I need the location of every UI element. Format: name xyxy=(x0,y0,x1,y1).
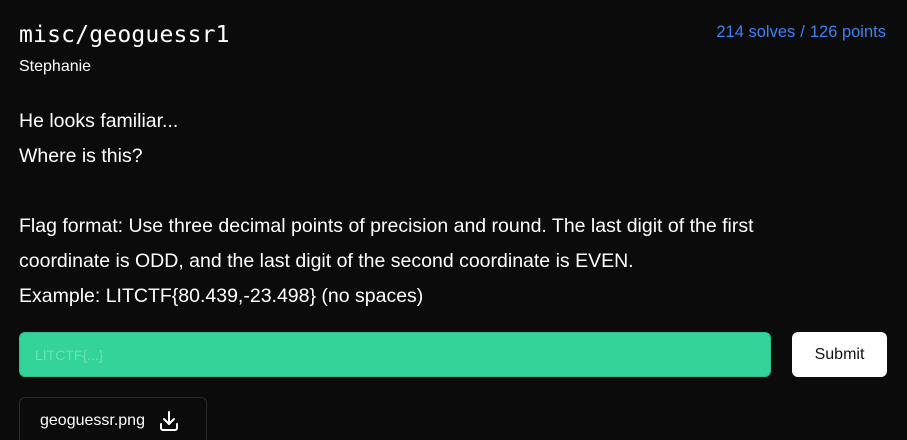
challenge-title: misc/geoguessr1 xyxy=(19,22,230,48)
description-spacer xyxy=(19,174,889,209)
description-line: Example: LITCTF{80.439,-23.498} (no spac… xyxy=(19,285,424,307)
download-icon xyxy=(157,409,181,433)
submit-button[interactable]: Submit xyxy=(792,332,887,377)
solves-count: 214 solves xyxy=(716,23,796,41)
points-value: 126 points xyxy=(809,23,886,41)
description-line: He looks familiar... xyxy=(19,110,179,132)
download-attachment-button[interactable]: geoguessr.png xyxy=(19,397,207,440)
description-line: Flag format: Use three decimal points of… xyxy=(19,215,754,237)
flag-input[interactable] xyxy=(19,332,771,377)
stats-separator: / xyxy=(800,23,805,41)
attachment-filename: geoguessr.png xyxy=(40,412,145,429)
description-line: Where is this? xyxy=(19,145,143,167)
description-line: coordinate is ODD, and the last digit of… xyxy=(19,250,634,272)
challenge-description: He looks familiar... Where is this? Flag… xyxy=(19,104,889,314)
challenge-page: misc/geoguessr1 Stephanie 214 solves / 1… xyxy=(0,0,907,440)
challenge-author: Stephanie xyxy=(19,58,92,75)
challenge-stats: 214 solves / 126 points xyxy=(716,22,886,42)
